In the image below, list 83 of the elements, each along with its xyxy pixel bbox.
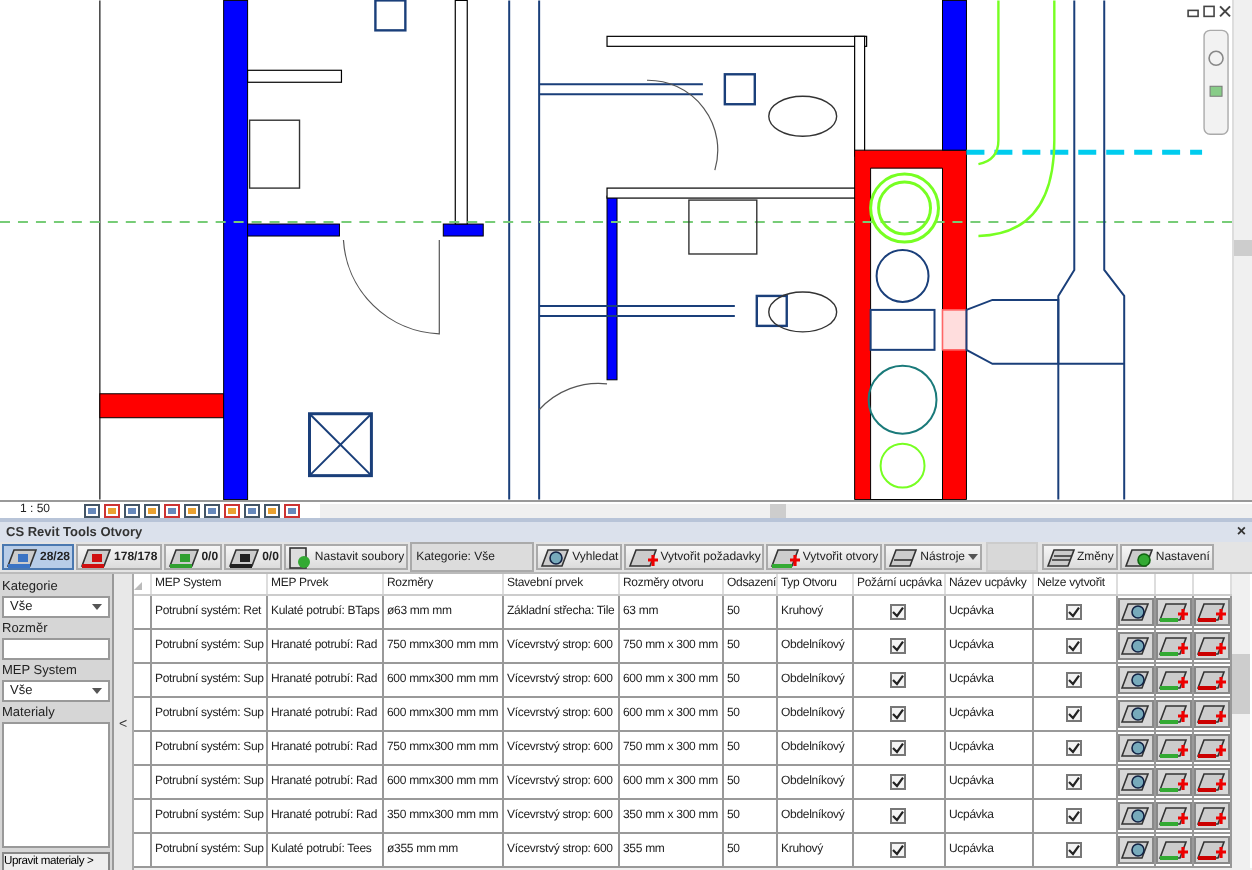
create-opening-button[interactable] (1155, 665, 1191, 694)
sheet-plus-icon (1158, 838, 1188, 861)
checkbox[interactable] (1066, 740, 1082, 756)
show-button[interactable] (1117, 665, 1153, 694)
minimize-icon[interactable] (1187, 9, 1199, 18)
sheet-plus-icon (1196, 634, 1226, 657)
checkbox[interactable] (1066, 672, 1082, 688)
show-button[interactable] (1117, 767, 1153, 796)
sheet-magnifier-icon (1120, 838, 1150, 861)
checkbox[interactable] (890, 842, 906, 858)
navigation-bar-icon[interactable] (1203, 29, 1229, 135)
create-opening-button[interactable] (1155, 767, 1191, 796)
create-opening-button[interactable] (1155, 733, 1191, 762)
settings-icon (1123, 546, 1154, 568)
show-button[interactable] (1117, 733, 1153, 762)
create-request-button[interactable] (1193, 699, 1229, 728)
sheet-plus-icon (1158, 702, 1188, 725)
sheet-plus-icon (1158, 634, 1188, 657)
checkbox[interactable] (890, 638, 906, 654)
materials-list[interactable] (2, 722, 110, 848)
sheet-plus-icon (1158, 736, 1188, 759)
checkbox[interactable] (890, 604, 906, 620)
caret-icon (92, 688, 102, 694)
sheet-plus-icon (1158, 770, 1188, 793)
checkbox[interactable] (890, 672, 906, 688)
create-opening-button[interactable] (1155, 699, 1191, 728)
checkbox[interactable] (1066, 808, 1082, 824)
create-request-button[interactable] (1193, 665, 1229, 694)
sheet-stack-icon (888, 546, 919, 568)
checkbox[interactable] (890, 774, 906, 790)
sheet-plus-icon (1196, 600, 1226, 623)
sheet-magnifier-icon (540, 546, 571, 568)
checkbox[interactable] (1066, 638, 1082, 654)
create-request-button[interactable] (1193, 801, 1229, 830)
dimension-input-field[interactable] (2, 638, 110, 660)
sheet-plus-icon (1158, 804, 1188, 827)
create-request-button[interactable] (1193, 631, 1229, 660)
sheet-stack-icon (1045, 546, 1076, 568)
show-button[interactable] (1117, 597, 1153, 626)
sheet-magnifier-icon (1120, 804, 1150, 827)
show-button[interactable] (1117, 801, 1153, 830)
create-request-button[interactable] (1193, 835, 1229, 864)
sheet-plus-icon (770, 546, 801, 568)
vertical-scrollbar[interactable] (1232, 0, 1252, 500)
sort-corner-icon (134, 582, 142, 590)
sheet-plus-icon (1196, 804, 1226, 827)
sheet-plus-icon (628, 546, 659, 568)
sheet-magnifier-icon (1120, 634, 1150, 657)
sheet-magnifier-icon (1120, 736, 1150, 759)
checkbox[interactable] (890, 740, 906, 756)
sheet-plus-icon (1196, 668, 1226, 691)
checkbox[interactable] (1066, 842, 1082, 858)
sheet-magnifier-icon (1120, 702, 1150, 725)
caret-icon (967, 554, 978, 560)
caret-icon (92, 604, 102, 610)
create-request-button[interactable] (1193, 733, 1229, 762)
close-button[interactable]: × (1236, 524, 1246, 540)
create-request-button[interactable] (1193, 597, 1229, 626)
sheet-magnifier-icon (1120, 600, 1150, 623)
create-opening-button[interactable] (1155, 801, 1191, 830)
checkbox[interactable] (890, 808, 906, 824)
create-opening-button[interactable] (1155, 835, 1191, 864)
checkbox[interactable] (1066, 604, 1082, 620)
checkbox[interactable] (1066, 774, 1082, 790)
checkbox[interactable] (890, 706, 906, 722)
sheet-plus-icon (1196, 736, 1226, 759)
show-button[interactable] (1117, 631, 1153, 660)
create-opening-button[interactable] (1155, 631, 1191, 660)
sheet-plus-icon (1158, 668, 1188, 691)
show-button[interactable] (1117, 835, 1153, 864)
sheet-magnifier-icon (1120, 668, 1150, 691)
sheet-plus-icon (1158, 600, 1188, 623)
close-icon[interactable] (1219, 5, 1232, 18)
show-button[interactable] (1117, 699, 1153, 728)
create-opening-button[interactable] (1155, 597, 1191, 626)
sheet-plus-icon (1196, 702, 1226, 725)
sheet-plus-icon (1196, 838, 1226, 861)
sheet-magnifier-icon (1120, 770, 1150, 793)
horizontal-scrollbar[interactable] (320, 503, 1252, 517)
checkbox[interactable] (1066, 706, 1082, 722)
create-request-button[interactable] (1193, 767, 1229, 796)
restore-icon[interactable] (1203, 5, 1215, 18)
sheet-plus-icon (1196, 770, 1226, 793)
